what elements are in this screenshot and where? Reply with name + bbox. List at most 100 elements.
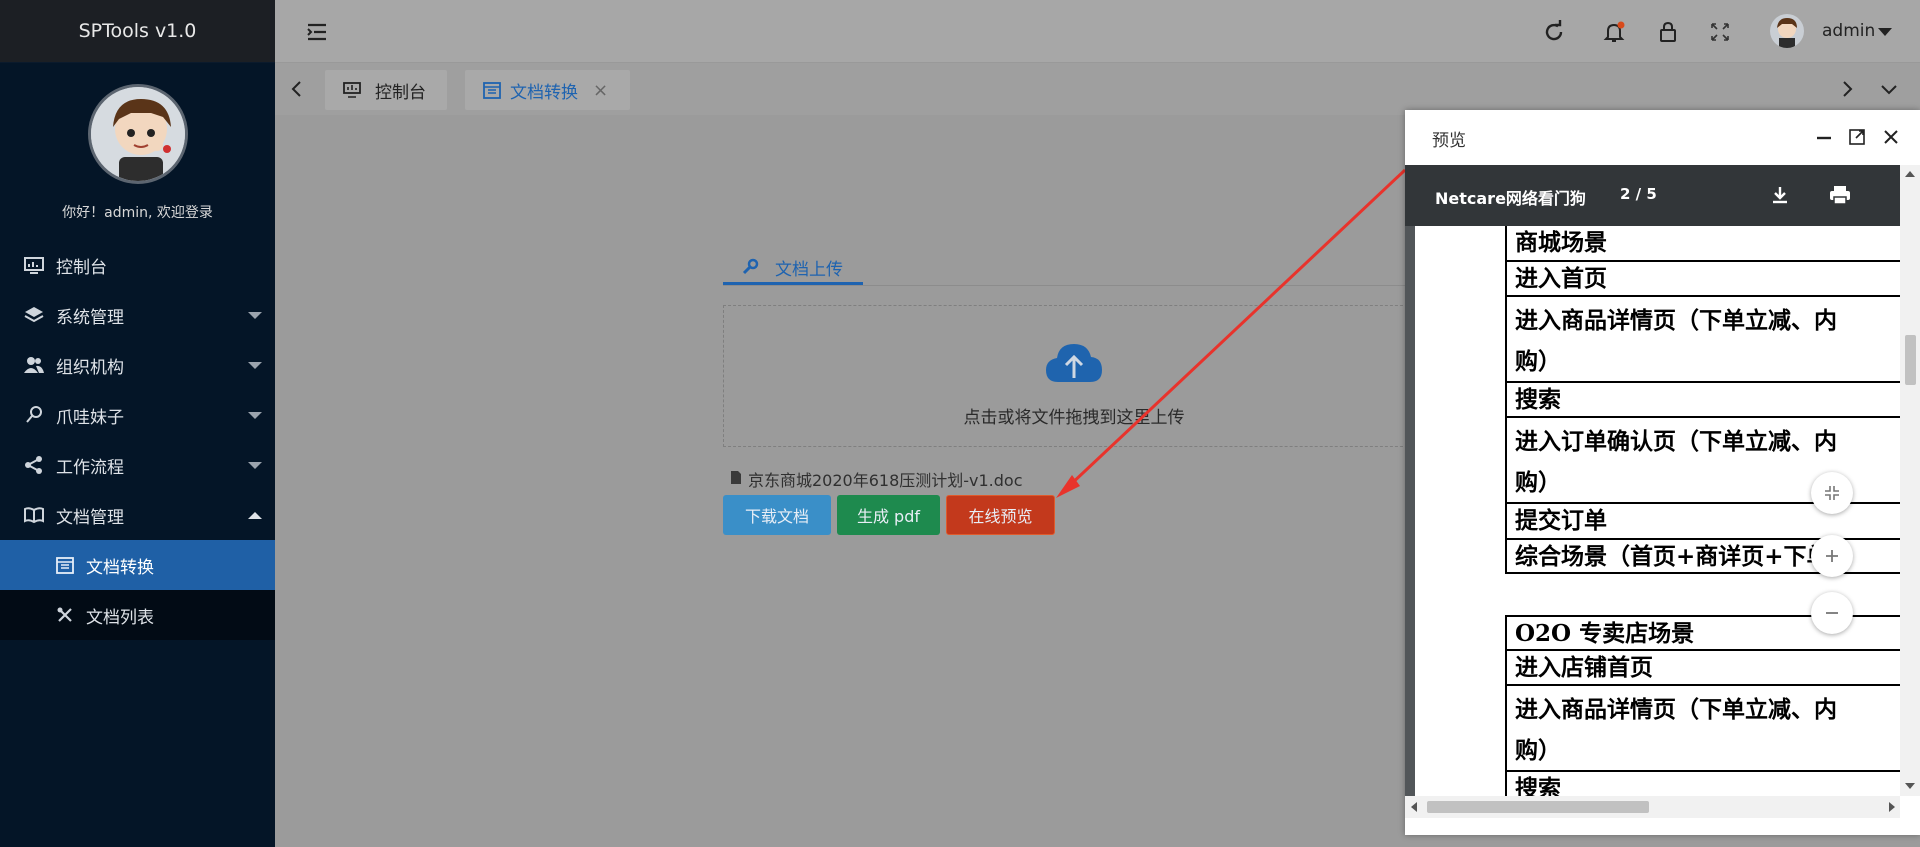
tabs-next-icon[interactable]	[1837, 79, 1857, 99]
doc-row: 搜索	[1505, 381, 1900, 418]
minimize-icon[interactable]	[1815, 128, 1833, 146]
pdf-doc-name: Netcare网络看门狗	[1435, 189, 1586, 208]
generate-pdf-button[interactable]: 生成 pdf	[837, 495, 940, 535]
tabs-bar: 控制台 文档转换 ×	[275, 63, 1920, 115]
monitor-icon	[343, 82, 361, 98]
file-icon	[731, 471, 741, 484]
caret-down-icon[interactable]	[1878, 28, 1892, 36]
print-icon[interactable]	[1829, 185, 1851, 205]
user-avatar[interactable]	[88, 84, 188, 184]
layers-icon	[24, 307, 44, 323]
tabs-prev-icon[interactable]	[287, 79, 307, 99]
sidebar-item-dashboard[interactable]: 控制台	[0, 240, 275, 290]
fullscreen-icon[interactable]	[1708, 20, 1732, 44]
sidebar-item-label: 文档转换	[86, 557, 154, 578]
download-icon[interactable]	[1770, 185, 1790, 205]
dropzone-text: 点击或将文件拖拽到这里上传	[963, 408, 1185, 428]
close-icon[interactable]	[1882, 128, 1900, 146]
maximize-icon[interactable]	[1848, 128, 1866, 146]
scroll-left-icon[interactable]	[1411, 802, 1417, 812]
pdf-toolbar: Netcare网络看门狗 2 / 5	[1405, 165, 1900, 226]
tab-doc-upload[interactable]: 文档上传	[723, 251, 863, 285]
online-preview-button[interactable]: 在线预览	[946, 495, 1055, 535]
sidebar-item-system[interactable]: 系统管理	[0, 290, 275, 340]
doc-row: 搜索	[1505, 770, 1900, 796]
pdf-viewport[interactable]: 商城场景 进入首页 进入商品详情页（下单立减、内 购） 搜索 进入订单确认页（下…	[1405, 226, 1900, 796]
doc-row: 进入商品详情页（下单立减、内	[1505, 295, 1900, 345]
doc-row: 进入店铺首页	[1505, 649, 1900, 686]
doc-row: 商城场景	[1505, 226, 1900, 262]
lock-icon[interactable]	[1656, 20, 1680, 44]
sidebar-item-organization[interactable]: 组织机构	[0, 340, 275, 390]
horizontal-scrollbar[interactable]	[1405, 796, 1900, 818]
app-logo-title: SPTools v1.0	[0, 0, 275, 63]
upload-tab-label: 文档上传	[775, 260, 843, 280]
tabs-menu-icon[interactable]	[1879, 79, 1899, 99]
calendar-icon	[56, 557, 74, 574]
chevron-down-icon	[248, 412, 262, 419]
preview-title: 预览	[1432, 131, 1466, 151]
scroll-up-icon[interactable]	[1905, 171, 1915, 177]
sidebar-item-workflow[interactable]: 工作流程	[0, 440, 275, 490]
plus-icon	[1826, 550, 1838, 562]
chevron-up-icon	[248, 512, 262, 519]
preview-dialog: 预览 Netcare网络看门狗 2 / 5 商城场景 进入首页 进入商品详情页（…	[1405, 110, 1920, 835]
bell-icon[interactable]	[1602, 20, 1626, 44]
collapse-menu-icon[interactable]	[305, 20, 329, 44]
tab-doc-convert[interactable]: 文档转换 ×	[465, 70, 630, 110]
sidebar-item-label: 爪哇妹子	[56, 407, 124, 428]
cloud-upload-icon	[1046, 344, 1102, 382]
zoom-out-button[interactable]	[1811, 592, 1853, 634]
doc-row: 购）	[1505, 345, 1900, 383]
top-header: admin	[275, 0, 1920, 63]
tab-divider	[723, 285, 1423, 286]
doc-row: 进入订单确认页（下单立减、内	[1505, 416, 1900, 466]
chevron-down-icon	[248, 362, 262, 369]
share-icon	[25, 456, 42, 474]
minus-icon	[1826, 612, 1838, 614]
tab-label: 文档转换	[510, 82, 578, 103]
doc-row: 购）	[1505, 734, 1900, 772]
sidebar: SPTools v1.0 你好！admin, 欢迎登录 控制台 系统管理 组织机…	[0, 0, 275, 847]
sidebar-item-label: 文档列表	[86, 607, 154, 628]
users-icon	[24, 357, 44, 373]
sidebar-item-label: 工作流程	[56, 457, 124, 478]
tab-dashboard[interactable]: 控制台	[325, 70, 447, 110]
zoom-in-button[interactable]	[1811, 535, 1853, 577]
scroll-down-icon[interactable]	[1905, 783, 1915, 789]
pin-icon	[26, 406, 42, 423]
fit-page-button[interactable]	[1811, 472, 1853, 514]
pdf-page-indicator: 2 / 5	[1620, 185, 1657, 203]
scroll-thumb[interactable]	[1905, 335, 1916, 385]
hscroll-thumb[interactable]	[1427, 801, 1649, 813]
app-root: SPTools v1.0 你好！admin, 欢迎登录 控制台 系统管理 组织机…	[0, 0, 1920, 847]
uploaded-filename[interactable]: 京东商城2020年618压测计划-v1.doc	[748, 467, 1023, 491]
sidebar-item-doc-convert[interactable]: 文档转换	[0, 540, 275, 590]
book-icon	[24, 507, 44, 524]
header-username[interactable]: admin	[1822, 21, 1875, 41]
preview-header: 预览	[1405, 110, 1920, 165]
wrench-icon	[742, 258, 759, 275]
vertical-scrollbar[interactable]	[1900, 165, 1920, 796]
sidebar-item-label: 组织机构	[56, 357, 124, 378]
upload-dropzone[interactable]: 点击或将文件拖拽到这里上传	[723, 305, 1423, 447]
sidebar-item-label: 文档管理	[56, 507, 124, 528]
shrink-icon	[1825, 486, 1839, 500]
doc-row: 进入商品详情页（下单立减、内	[1505, 684, 1900, 734]
dashboard-icon	[24, 257, 44, 274]
calendar-icon	[483, 82, 501, 99]
sidebar-item-java-girl[interactable]: 爪哇妹子	[0, 390, 275, 440]
chevron-down-icon	[248, 312, 262, 319]
welcome-greeting: 你好！admin, 欢迎登录	[62, 205, 213, 221]
sidebar-item-label: 控制台	[56, 257, 107, 278]
sidebar-item-doc-list[interactable]: 文档列表	[0, 590, 275, 640]
sidebar-item-documents[interactable]: 文档管理	[0, 490, 275, 540]
scroll-right-icon[interactable]	[1889, 802, 1895, 812]
refresh-icon[interactable]	[1542, 20, 1566, 44]
sidebar-item-label: 系统管理	[56, 307, 124, 328]
doc-row: 进入首页	[1505, 260, 1900, 297]
close-icon[interactable]: ×	[593, 80, 608, 101]
header-avatar[interactable]	[1770, 14, 1804, 48]
download-doc-button[interactable]: 下载文档	[723, 495, 831, 535]
tools-icon	[57, 607, 72, 622]
